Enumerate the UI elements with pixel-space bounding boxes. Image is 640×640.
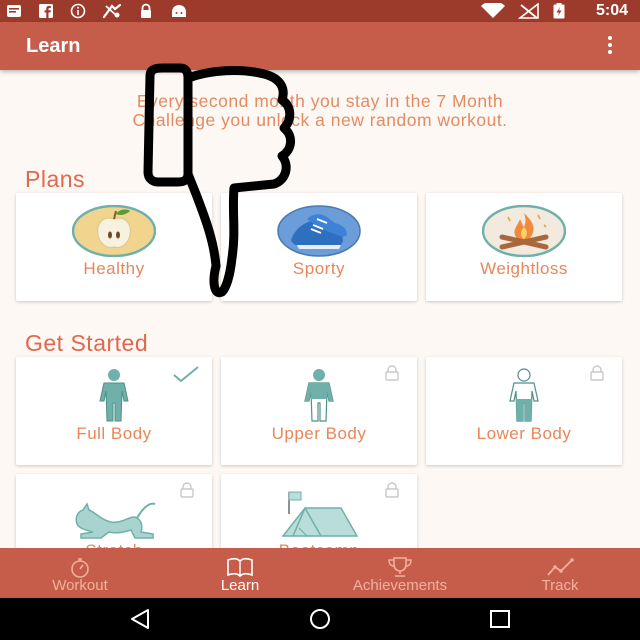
back-icon[interactable] — [128, 608, 152, 630]
nav-item-track[interactable]: Track — [480, 548, 640, 598]
book-icon — [227, 557, 253, 578]
workout-card-upper-body[interactable]: Upper Body — [221, 357, 417, 465]
intro-text: Every second month you stay in the 7 Mon… — [20, 92, 620, 130]
get-started-heading: Get Started — [25, 330, 149, 356]
trophy-icon — [388, 557, 412, 577]
bottom-navigation: Workout Learn Achievements Track — [0, 548, 640, 598]
nav-item-achievements[interactable]: Achievements — [320, 548, 480, 598]
plan-card-weightloss[interactable]: Weightloss — [426, 193, 622, 301]
app-bar: Learn — [0, 22, 640, 70]
nav-label-achievements: Achievements — [352, 577, 448, 594]
workout-label-lower-body: Lower Body — [476, 424, 572, 443]
workout-card-full-body[interactable]: Full Body — [16, 357, 212, 465]
status-time: 5:04 — [595, 2, 628, 19]
message-icon — [7, 5, 21, 17]
lock-icon — [385, 482, 399, 498]
upper-body-figure-icon — [304, 369, 334, 422]
nav-item-workout[interactable]: Workout — [0, 548, 160, 598]
cat-stretch-icon — [75, 502, 156, 539]
status-bar: 5:04 — [0, 0, 640, 22]
home-icon[interactable] — [308, 608, 332, 630]
full-body-figure-icon — [99, 369, 129, 422]
plan-label-weightloss: Weightloss — [480, 259, 568, 278]
nav-label-workout: Workout — [52, 577, 108, 594]
wifi-icon — [481, 3, 505, 18]
facebook-icon — [39, 4, 53, 19]
app-title: Learn — [26, 35, 81, 57]
system-navigation-bar — [0, 598, 640, 640]
nav-item-learn[interactable]: Learn — [160, 548, 320, 598]
battery-charging-icon — [553, 3, 565, 19]
workout-label-upper-body: Upper Body — [271, 424, 367, 443]
lock-icon — [590, 365, 604, 381]
android-icon — [172, 5, 186, 17]
more-vert-icon[interactable] — [604, 36, 616, 56]
intro-line-2: Challenge you unlock a new random workou… — [132, 110, 508, 130]
campfire-icon — [482, 205, 566, 257]
lock-icon — [141, 3, 151, 18]
intro-line-1: Every second month you stay in the 7 Mon… — [136, 91, 504, 111]
tent-icon — [281, 491, 359, 537]
stopwatch-icon — [71, 558, 89, 578]
plans-heading: Plans — [25, 166, 86, 192]
sports-icon — [102, 3, 122, 19]
check-icon — [173, 366, 199, 383]
recents-icon[interactable] — [488, 608, 512, 630]
lock-icon — [180, 482, 194, 498]
info-icon — [70, 3, 86, 19]
workout-label-full-body: Full Body — [76, 424, 152, 443]
nav-label-track: Track — [541, 577, 579, 594]
workout-card-lower-body[interactable]: Lower Body — [426, 357, 622, 465]
no-signal-icon — [518, 3, 539, 19]
thumbs-down-icon — [143, 63, 295, 298]
chart-icon — [547, 558, 574, 576]
nav-label-learn: Learn — [220, 577, 260, 594]
lock-icon — [385, 365, 399, 381]
lower-body-figure-icon — [509, 368, 539, 422]
